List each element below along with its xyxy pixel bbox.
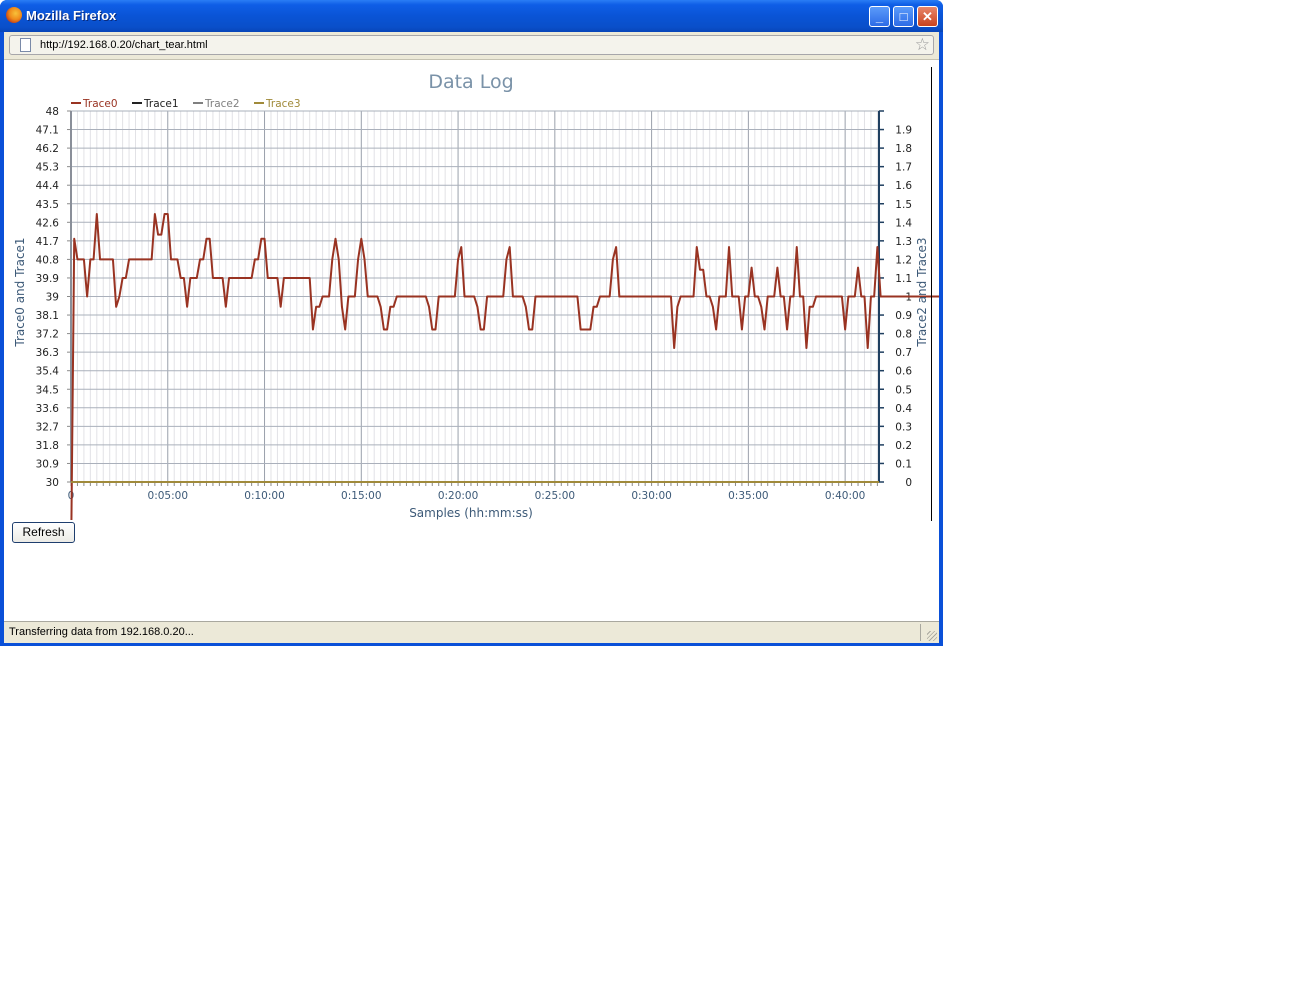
x-tick-label: 0:10:00 [244,490,284,502]
y2-tick-label: 1.3 [895,236,912,248]
refresh-button[interactable]: Refresh [12,522,75,543]
status-separator [920,624,921,641]
y-tick-label: 38.1 [36,310,59,322]
url-text[interactable]: http://192.168.0.20/chart_tear.html [40,39,208,51]
page-content: Data Log Trace0 Trace1 Trace2 Trace3 30 30.9… [4,60,939,621]
legend: Trace0 Trace1 Trace2 Trace3 [71,98,301,110]
page-divider [931,67,932,521]
y2-tick-label: 1.2 [895,254,912,266]
legend-label: Trace1 [143,98,179,110]
y-tick-label: 40.8 [36,254,59,266]
x-tick-label: 0:05:00 [148,490,188,502]
y2-tick-label: 0.3 [895,421,912,433]
x-tick-label: 0:40:00 [825,490,865,502]
y-tick-label: 36.3 [36,347,59,359]
data-log-chart: Data Log Trace0 Trace1 Trace2 Trace3 30 30.9… [13,71,939,520]
y-tick-label: 39 [46,292,59,304]
y2-tick-label: 0.4 [895,403,912,415]
x-tick-label: 0:35:00 [728,490,768,502]
legend-item: Trace0 [71,98,118,110]
firefox-logo-icon [6,7,22,23]
legend-item: Trace2 [193,98,240,110]
y2-tick-label: 1.8 [895,143,912,155]
y-tick-label: 45.3 [36,162,59,174]
legend-item: Trace3 [254,98,301,110]
y2-tick-label: 0.7 [895,347,912,359]
y-tick-label: 30 [46,477,59,489]
y2-tick-label: 1.6 [895,180,912,192]
title-bar[interactable]: Mozilla Firefox _ □ ✕ [0,0,943,32]
y-tick-label: 44.4 [36,180,60,192]
resize-grip[interactable] [927,631,937,641]
y-tick-label: 42.6 [36,217,60,229]
x-tick-label: 0:30:00 [631,490,671,502]
y-tick-label: 34.5 [36,384,59,396]
y-tick-label: 35.4 [36,366,60,378]
y2-tick-label: 0.6 [895,366,912,378]
legend-item: Trace1 [132,98,179,110]
chart-title: Data Log [428,71,513,93]
location-toolbar: http://192.168.0.20/chart_tear.html ☆ [4,32,939,60]
legend-label: Trace3 [265,98,301,110]
y-tick-label: 30.9 [36,458,59,470]
browser-client: http://192.168.0.20/chart_tear.html ☆ Da… [4,32,939,643]
y-tick-label: 48 [46,106,59,118]
maximize-button[interactable]: □ [893,6,914,27]
browser-window: Mozilla Firefox _ □ ✕ http://192.168.0.2… [0,0,943,646]
y2-tick-label: 1.5 [895,199,912,211]
y2-tick-label: 1.4 [895,217,912,229]
y2-tick-label: 0.1 [895,458,912,470]
y2-tick-label: 1.1 [895,273,912,285]
y2-tick-label: 0.2 [895,440,912,452]
y2-tick-label: 0.5 [895,384,912,396]
page-icon [20,38,31,52]
y2-tick-label: 0 [905,477,912,489]
status-bar: Transferring data from 192.168.0.20... [4,621,939,643]
x-axis-label: Samples (hh:mm:ss) [409,506,533,520]
series-layer [70,213,939,520]
y-tick-label: 39.9 [36,273,59,285]
url-input[interactable]: http://192.168.0.20/chart_tear.html ☆ [9,35,934,55]
legend-label: Trace2 [204,98,240,110]
star-icon[interactable]: ☆ [915,35,930,55]
legend-label: Trace0 [82,98,118,110]
y-tick-label: 33.6 [36,403,60,415]
status-text: Transferring data from 192.168.0.20... [9,626,194,638]
minimize-button[interactable]: _ [869,6,890,27]
y-tick-label: 32.7 [36,421,59,433]
series-trace0 [70,213,939,520]
x-tick-label: 0:20:00 [438,490,478,502]
window-title: Mozilla Firefox [26,8,117,23]
y-axis-label-right: Trace2 and Trace3 [915,237,929,347]
x-tick-label: 0:15:00 [341,490,381,502]
y-tick-label: 31.8 [36,440,59,452]
y2-tick-label: 0.9 [895,310,912,322]
y-tick-label: 37.2 [36,329,59,341]
y2-tick-label: 0.8 [895,329,912,341]
y-tick-label: 41.7 [36,236,59,248]
y2-tick-label: 1.7 [895,162,912,174]
y-tick-label: 47.1 [36,125,59,137]
y2-tick-label: 1.9 [895,125,912,137]
y-tick-label: 46.2 [36,143,59,155]
y-axis-label-left: Trace0 and Trace1 [13,237,27,347]
y-tick-label: 43.5 [36,199,59,211]
x-tick-label: 0:25:00 [535,490,575,502]
close-button[interactable]: ✕ [917,6,938,27]
